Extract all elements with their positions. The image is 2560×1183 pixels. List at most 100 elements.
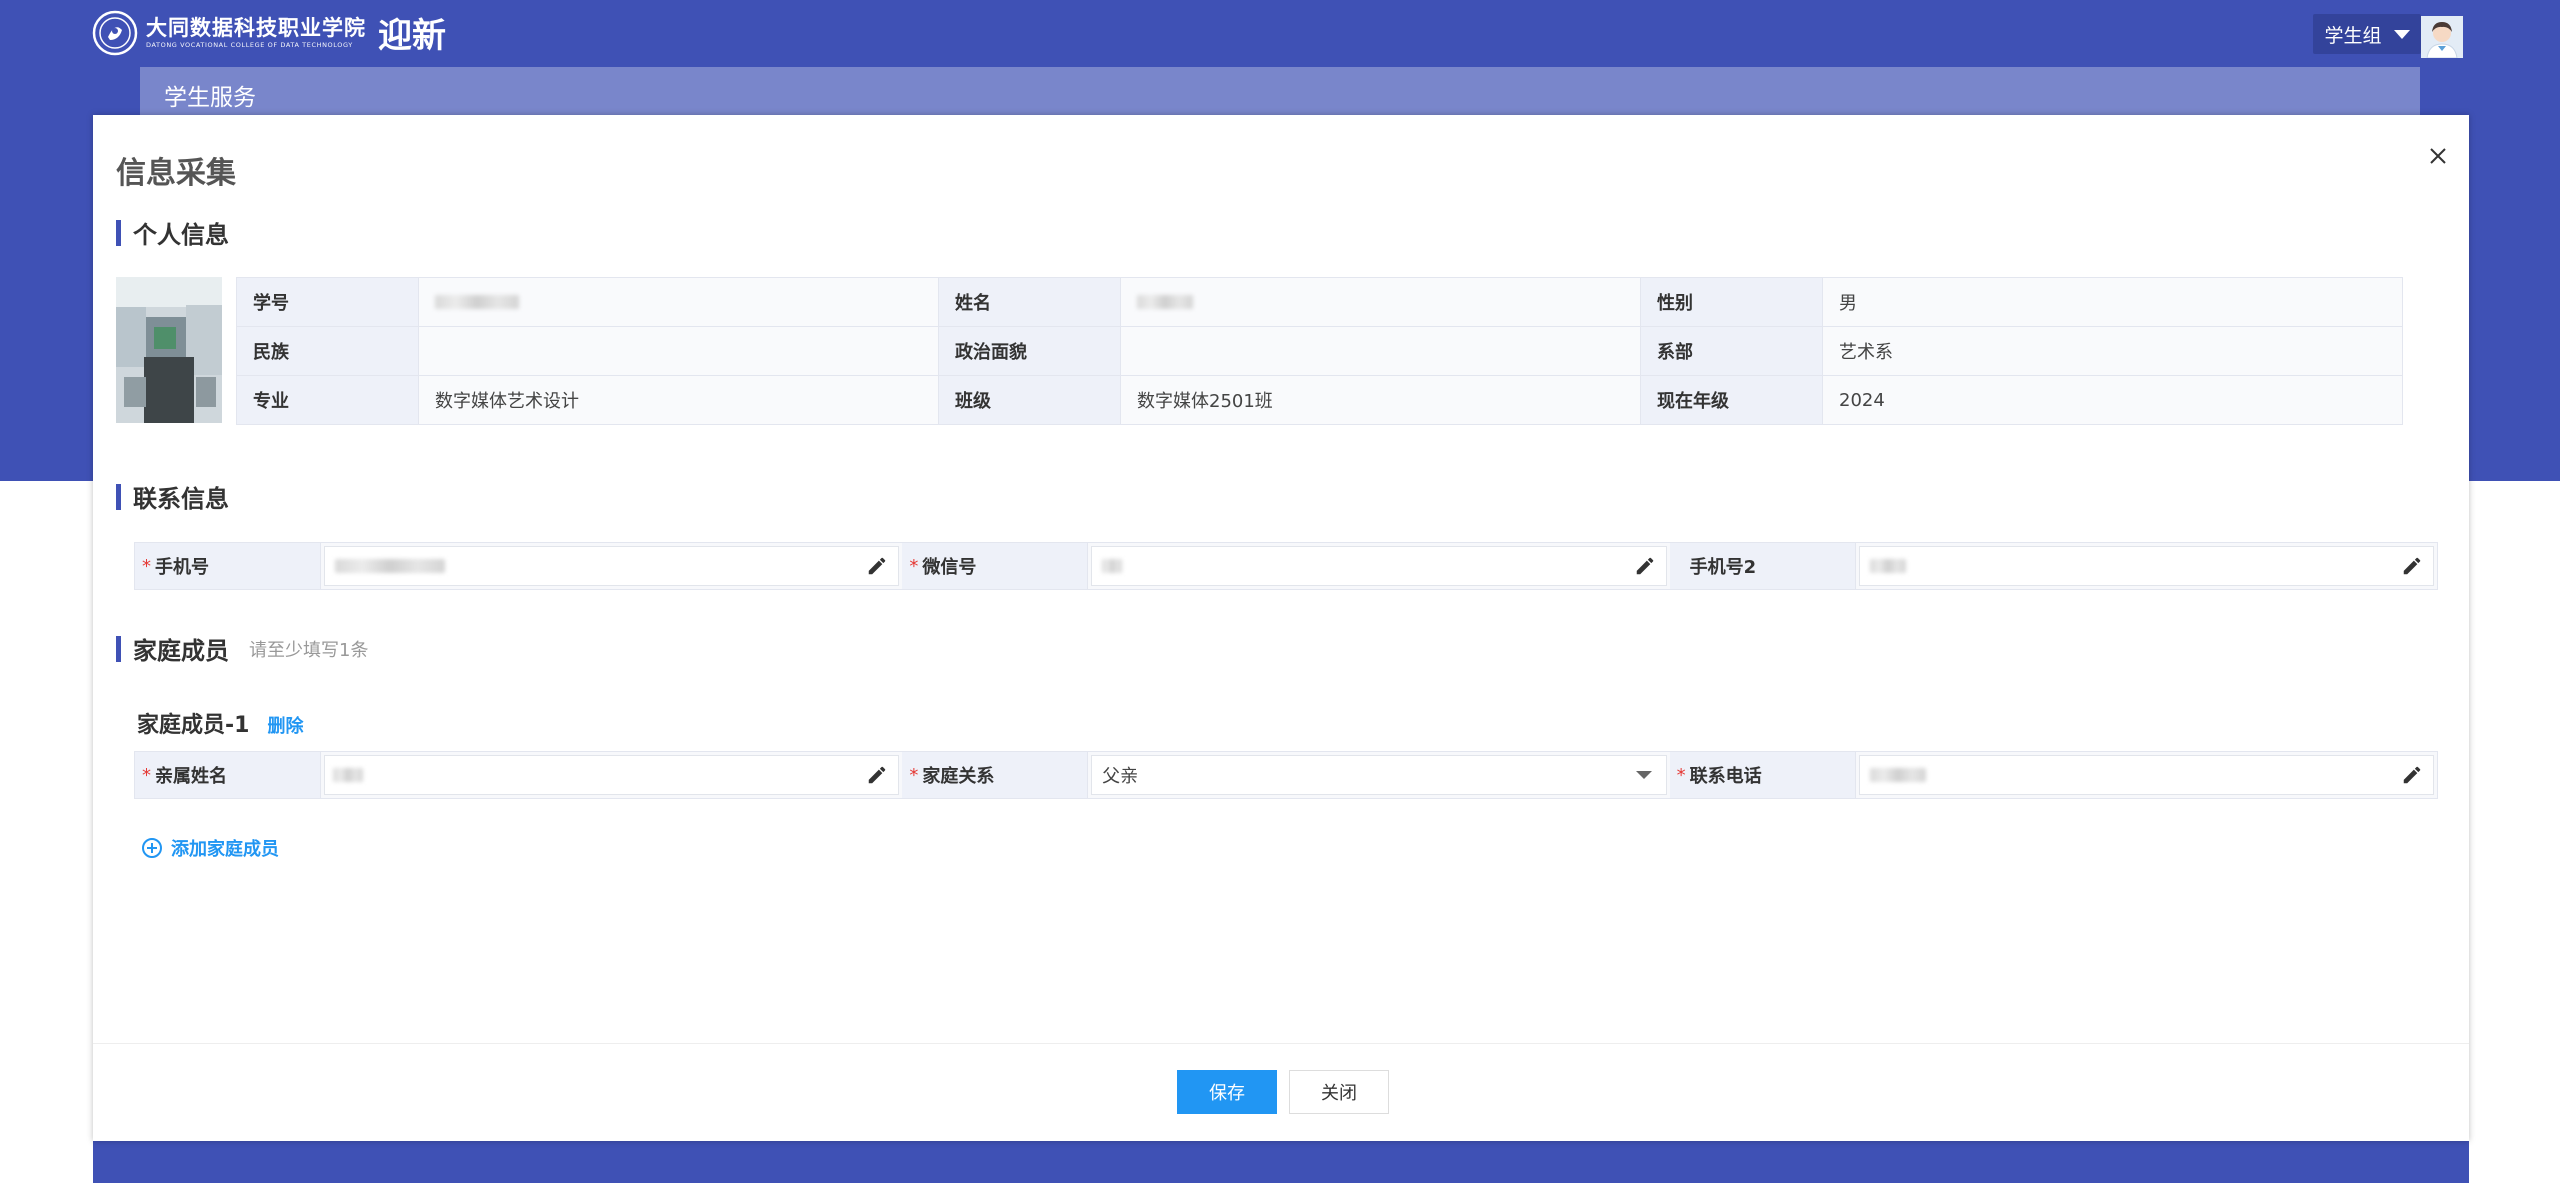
pencil-icon[interactable] bbox=[866, 555, 888, 577]
breadcrumb-label[interactable]: 学生服务 bbox=[164, 78, 256, 112]
relative-name-label: * 亲属姓名 bbox=[135, 752, 321, 798]
personal-info-table: 学号 姓名 性别 男 民族 政治面貌 系部 艺术系 专业 数字媒体艺术设计 班级… bbox=[236, 277, 2403, 425]
pencil-icon[interactable] bbox=[2401, 555, 2423, 577]
footer-background-bar bbox=[93, 1141, 2469, 1183]
student-id-value bbox=[418, 277, 939, 327]
pencil-icon[interactable] bbox=[1634, 555, 1656, 577]
section-hint: 请至少填写1条 bbox=[249, 639, 369, 661]
wechat-field bbox=[1091, 546, 1667, 586]
section-title: 家庭成员 bbox=[133, 637, 229, 665]
add-family-member-button[interactable]: 添加家庭成员 bbox=[141, 835, 279, 861]
ethnicity-value bbox=[418, 326, 939, 376]
top-header: 大同数据科技职业学院 DATONG VOCATIONAL COLLEGE OF … bbox=[0, 0, 2560, 67]
student-photo bbox=[116, 277, 222, 423]
school-emblem-icon bbox=[92, 10, 138, 55]
close-button[interactable]: 关闭 bbox=[1289, 1070, 1389, 1114]
family-member-form-row: *亲属姓名 *家庭关系 *联系电话 bbox=[134, 751, 2438, 799]
school-name: 大同数据科技职业学院 DATONG VOCATIONAL COLLEGE OF … bbox=[146, 15, 366, 50]
relative-name-field bbox=[323, 755, 900, 795]
required-mark: * bbox=[1676, 764, 1686, 786]
phone-cell bbox=[320, 543, 903, 589]
gender-value: 男 bbox=[1822, 277, 2403, 327]
class-label: 班级 bbox=[938, 375, 1121, 425]
phone2-input[interactable] bbox=[1859, 546, 2401, 586]
table-row: 学号 姓名 性别 男 bbox=[236, 277, 2403, 327]
redacted-name bbox=[1137, 295, 1193, 309]
political-status-label: 政治面貌 bbox=[938, 326, 1121, 376]
contact-form-row: *手机号 *微信号 *手机号2 bbox=[134, 542, 2438, 590]
department-label: 系部 bbox=[1640, 326, 1823, 376]
student-photo-image bbox=[116, 277, 222, 423]
redacted-relative-phone bbox=[1869, 768, 1926, 782]
avatar[interactable] bbox=[2421, 16, 2463, 58]
relation-select[interactable] bbox=[1091, 755, 1667, 795]
phone2-field bbox=[1858, 546, 2434, 586]
pencil-icon[interactable] bbox=[866, 764, 888, 786]
section-personal-info: 个人信息 bbox=[116, 215, 229, 250]
gender-label: 性别 bbox=[1640, 277, 1823, 327]
modal-title: 信息采集 bbox=[116, 156, 236, 191]
ethnicity-label: 民族 bbox=[236, 326, 419, 376]
wechat-label: * 微信号 bbox=[902, 543, 1089, 589]
grade-value: 2024 bbox=[1822, 375, 2403, 425]
relation-cell bbox=[1088, 752, 1670, 798]
phone-field bbox=[323, 546, 900, 586]
relative-name-input[interactable] bbox=[324, 755, 867, 795]
relation-label: * 家庭关系 bbox=[902, 752, 1089, 798]
section-family-members: 家庭成员 请至少填写1条 bbox=[116, 631, 368, 666]
relative-phone-input[interactable] bbox=[1859, 755, 2401, 795]
footer-divider bbox=[93, 1043, 2469, 1044]
table-row: 专业 数字媒体艺术设计 班级 数字媒体2501班 现在年级 2024 bbox=[236, 375, 2403, 425]
name-value bbox=[1120, 277, 1641, 327]
school-name-cn: 大同数据科技职业学院 bbox=[146, 15, 366, 40]
user-avatar-icon bbox=[2421, 16, 2463, 58]
pencil-icon[interactable] bbox=[2401, 764, 2423, 786]
relative-phone-field bbox=[1858, 755, 2434, 795]
info-collection-modal: 信息采集 个人信息 学号 姓名 性别 男 民族 政治面貌 系部 艺术系 专业 数… bbox=[93, 115, 2469, 1141]
department-value: 艺术系 bbox=[1822, 326, 2403, 376]
section-accent-bar bbox=[116, 635, 121, 662]
redacted-student-id bbox=[435, 295, 519, 309]
user-group-label: 学生组 bbox=[2324, 24, 2382, 47]
major-label: 专业 bbox=[236, 375, 419, 425]
save-button[interactable]: 保存 bbox=[1177, 1070, 1277, 1114]
redacted-phone2 bbox=[1869, 559, 1906, 573]
grade-label: 现在年级 bbox=[1640, 375, 1823, 425]
section-contact-info: 联系信息 bbox=[116, 479, 229, 514]
close-icon[interactable] bbox=[2423, 141, 2453, 171]
delete-member-link[interactable]: 删除 bbox=[267, 712, 303, 738]
required-mark: * bbox=[142, 764, 151, 786]
required-mark: * bbox=[909, 555, 919, 577]
school-logo: 大同数据科技职业学院 DATONG VOCATIONAL COLLEGE OF … bbox=[92, 8, 446, 57]
redacted-wechat bbox=[1102, 559, 1123, 573]
required-mark: * bbox=[142, 555, 151, 577]
wechat-cell bbox=[1088, 543, 1670, 589]
add-family-member-label: 添加家庭成员 bbox=[171, 839, 279, 860]
name-label: 姓名 bbox=[938, 277, 1121, 327]
major-value: 数字媒体艺术设计 bbox=[418, 375, 939, 425]
plus-circle-icon bbox=[142, 838, 162, 858]
relative-phone-cell bbox=[1855, 752, 2437, 798]
family-member-title: 家庭成员-1 bbox=[137, 713, 250, 738]
redacted-phone bbox=[334, 559, 445, 573]
user-group-dropdown[interactable]: 学生组 bbox=[2313, 14, 2421, 54]
section-accent-bar bbox=[116, 219, 121, 246]
caret-down-icon bbox=[2393, 29, 2410, 39]
phone2-cell bbox=[1855, 543, 2437, 589]
redacted-relative-name bbox=[332, 768, 363, 782]
school-name-en: DATONG VOCATIONAL COLLEGE OF DATA TECHNO… bbox=[146, 41, 353, 49]
dropdown-arrow-icon[interactable] bbox=[1635, 771, 1652, 779]
phone2-label: *手机号2 bbox=[1669, 543, 1856, 589]
section-accent-bar bbox=[116, 483, 121, 510]
wechat-input[interactable] bbox=[1092, 546, 1634, 586]
required-mark: * bbox=[909, 764, 919, 786]
class-value: 数字媒体2501班 bbox=[1120, 375, 1641, 425]
relative-phone-label: * 联系电话 bbox=[1669, 752, 1856, 798]
relation-value[interactable] bbox=[1092, 755, 1636, 795]
section-title: 个人信息 bbox=[133, 221, 229, 249]
relative-name-cell bbox=[320, 752, 903, 798]
table-row: 民族 政治面貌 系部 艺术系 bbox=[236, 326, 2403, 376]
section-title: 联系信息 bbox=[133, 485, 229, 513]
student-id-label: 学号 bbox=[236, 277, 419, 327]
political-status-value bbox=[1120, 326, 1641, 376]
